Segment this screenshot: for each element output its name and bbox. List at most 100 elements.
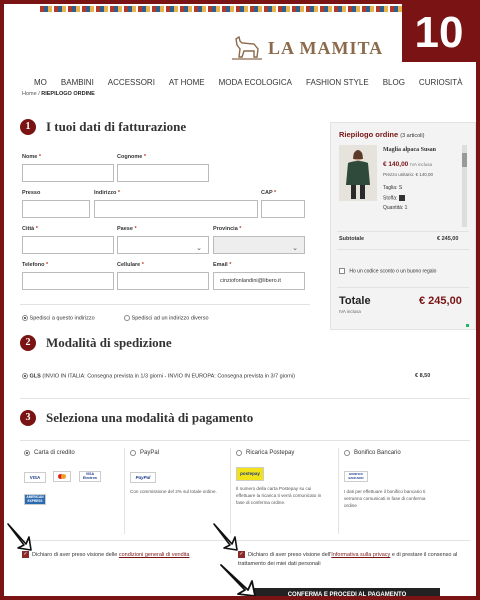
- nav-item-mo[interactable]: MO: [34, 78, 47, 87]
- total-value: € 245,00: [419, 295, 462, 307]
- status-dot: [466, 324, 469, 327]
- subtotal-value: € 245,00: [437, 236, 459, 242]
- radio-unselected[interactable]: [124, 315, 130, 321]
- paypal-icon: PayPal: [130, 472, 156, 483]
- brand-name: LA MAMITA: [268, 37, 384, 58]
- mastercard-icon: [53, 471, 72, 482]
- product-price: € 140,00 IVA inclusa: [383, 161, 433, 168]
- divider: [337, 287, 469, 288]
- product-quantity: Quantità: 1: [383, 205, 408, 211]
- billing-title: I tuoi dati di fatturazione: [46, 119, 187, 134]
- unit-price: Prezzo unitario: € 140,00: [383, 172, 434, 177]
- summary-title: Riepilogo ordine (3 articoli): [339, 130, 425, 139]
- indirizzo-field[interactable]: [94, 200, 258, 218]
- pointer-arrow-icon: [220, 564, 256, 596]
- paese-label: Paese *: [117, 226, 137, 232]
- pointer-arrow-icon: [213, 523, 238, 551]
- payment-method-card[interactable]: Carta di credito VISA VISA Electron AMER…: [24, 450, 104, 507]
- privacy-consent[interactable]: ✓ Dichiaro di aver preso visione dell'Inf…: [238, 551, 472, 569]
- shipping-option-gls[interactable]: GLS (INVIO IN ITALIA: Consegna prevista …: [22, 373, 295, 379]
- nome-label: Nome *: [22, 154, 41, 160]
- order-summary: Riepilogo ordine (3 articoli) Maglia alp…: [330, 122, 476, 330]
- product-image[interactable]: [339, 145, 377, 201]
- postepay-icon: postepay: [236, 467, 264, 481]
- citta-field[interactable]: [22, 236, 114, 254]
- cap-label: CAP *: [261, 190, 277, 196]
- ship-other-option[interactable]: Spedisci ad un indirizzo diverso: [124, 315, 209, 321]
- cap-field[interactable]: [261, 200, 305, 218]
- terms-consent[interactable]: ✓ Dichiaro di aver preso visione delle co…: [22, 551, 222, 560]
- citta-label: Città *: [22, 226, 38, 232]
- radio-unselected[interactable]: [236, 450, 242, 456]
- amex-icon: AMERICAN EXPRESS: [24, 493, 46, 505]
- product-fabric: Stoffa:: [383, 195, 406, 201]
- terms-link[interactable]: condizioni generali di vendita: [119, 552, 190, 558]
- pointer-arrow-icon: [7, 523, 32, 551]
- presso-label: Presso: [22, 190, 41, 196]
- indirizzo-label: Indirizzo *: [94, 190, 120, 196]
- confirm-payment-button[interactable]: CONFERMA E PROCEDI AL PAGAMENTO: [254, 588, 440, 596]
- shipping-price: € 8,50: [415, 373, 431, 379]
- nav-item-curiosita[interactable]: CURIOSITÀ: [419, 78, 463, 87]
- nome-field[interactable]: [22, 164, 114, 182]
- payment-method-bonifico[interactable]: Bonifico Bancario BONIFICO BANCARIO I da…: [344, 450, 434, 509]
- brand-logo[interactable]: LA MAMITA: [230, 34, 383, 62]
- checkbox-checked[interactable]: ✓: [22, 551, 29, 559]
- payment-method-paypal[interactable]: PayPal PayPal Con commissione del 2% sul…: [130, 450, 220, 495]
- sweater-photo-icon: [339, 145, 377, 201]
- shipping-title: Modalità di spedizione: [46, 335, 172, 350]
- cellulare-field[interactable]: [117, 272, 209, 290]
- bank-transfer-icon: BONIFICO BANCARIO: [344, 470, 368, 482]
- shipping-section-title: 2 Modalità di spedizione: [20, 335, 172, 351]
- fabric-swatch: [399, 195, 406, 201]
- summary-scrollbar[interactable]: [462, 145, 467, 227]
- divider: [20, 440, 470, 441]
- cognome-field[interactable]: [117, 164, 209, 182]
- presso-field[interactable]: [22, 200, 90, 218]
- nav-item-accessori[interactable]: ACCESSORI: [108, 78, 155, 87]
- nav-item-bambini[interactable]: BAMBINI: [61, 78, 94, 87]
- paypal-description: Con commissione del 2% sul totale ordine…: [130, 489, 217, 494]
- total-note: IVA inclusa: [339, 309, 361, 314]
- privacy-link[interactable]: Informativa sulla privacy: [331, 552, 390, 558]
- subtotal-label: Subtotale: [339, 236, 365, 242]
- divider: [20, 304, 310, 305]
- visa-icon: VISA: [24, 472, 46, 483]
- telefono-label: Telefono *: [22, 262, 49, 268]
- radio-selected[interactable]: [22, 315, 28, 321]
- divider: [124, 448, 125, 534]
- nav-item-blog[interactable]: BLOG: [383, 78, 405, 87]
- step-number-badge: 10: [402, 4, 476, 62]
- nav-item-fashion-style[interactable]: FASHION STYLE: [306, 78, 369, 87]
- breadcrumb-home[interactable]: Home: [22, 91, 37, 97]
- provincia-select[interactable]: ⌄: [213, 236, 305, 254]
- payment-method-postepay[interactable]: Ricarica Postepay postepay Il numero del…: [236, 450, 326, 506]
- step-2-badge: 2: [20, 335, 36, 351]
- checkbox-checked[interactable]: ✓: [238, 551, 245, 559]
- nav-item-moda-ecologica[interactable]: MODA ECOLOGICA: [219, 78, 292, 87]
- paese-select[interactable]: ⌄: [117, 236, 209, 254]
- product-name[interactable]: Maglia alpaca Susan: [383, 147, 436, 153]
- payment-title: Seleziona una modalità di pagamento: [46, 410, 254, 425]
- coupon-option[interactable]: Ho un codice sconto o un buono regalo: [339, 268, 436, 274]
- total-label: Totale: [339, 295, 371, 307]
- step-3-badge: 3: [20, 410, 36, 426]
- radio-unselected[interactable]: [344, 450, 350, 456]
- page-frame: 10 LA MAMITA MO BAMBINI ACCESSORI AT HOM…: [4, 4, 476, 596]
- payment-section-title: 3 Seleziona una modalità di pagamento: [20, 410, 253, 426]
- breadcrumb-current: RIEPILOGO ORDINE: [41, 91, 95, 97]
- step-1-badge: 1: [20, 119, 36, 135]
- checkbox[interactable]: [339, 268, 345, 274]
- chevron-down-icon: ⌄: [292, 245, 298, 252]
- nav-item-at-home[interactable]: AT HOME: [169, 78, 205, 87]
- bonifico-description: I dati per effettuare il bonifico bancar…: [344, 489, 426, 508]
- ship-same-option[interactable]: Spedisci a questo indirizzo: [22, 315, 95, 321]
- divider: [337, 231, 469, 232]
- email-field[interactable]: cinziofonlandini@libero.it: [213, 272, 305, 290]
- radio-selected[interactable]: [22, 373, 28, 379]
- radio-unselected[interactable]: [130, 450, 136, 456]
- postepay-description: Il numero della carta Postepay su cui ef…: [236, 486, 322, 505]
- radio-selected[interactable]: [24, 450, 30, 456]
- telefono-field[interactable]: [22, 272, 114, 290]
- decorative-stripe: [40, 6, 402, 12]
